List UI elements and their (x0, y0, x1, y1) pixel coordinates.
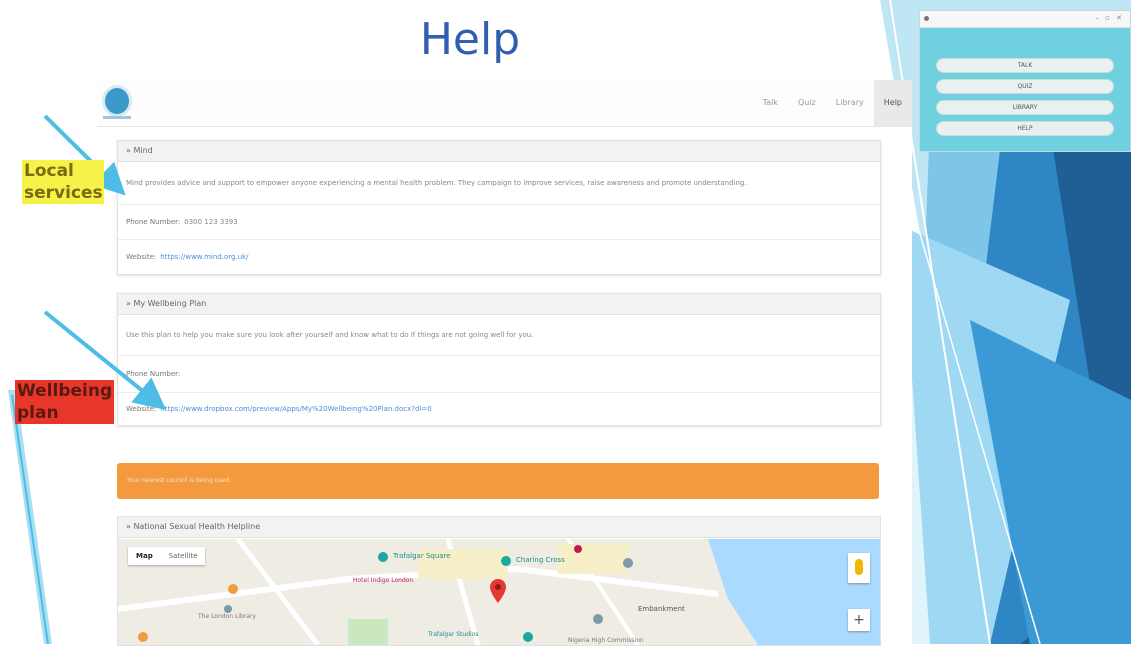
local-services-annotation: Local services (22, 160, 104, 204)
wellbeing-panel: » My Wellbeing Plan Use this plan to hel… (117, 293, 881, 426)
mind-description: Mind provides advice and support to empo… (118, 162, 880, 205)
mini-quiz-button[interactable]: QUIZ (936, 79, 1114, 94)
place-label-london-library: The London Library (198, 613, 256, 620)
zoom-in-button[interactable]: + (848, 609, 870, 631)
pegman-icon[interactable] (848, 553, 870, 583)
helpline-panel-title[interactable]: » National Sexual Health Helpline (118, 517, 880, 538)
phone-label: Phone Number: (126, 218, 181, 226)
mini-help-button[interactable]: HELP (936, 121, 1114, 136)
slide-title: Help (419, 14, 521, 65)
map-marker-icon[interactable] (490, 579, 506, 603)
google-map[interactable]: Map Satellite Trafalgar Square Charing C… (118, 539, 880, 645)
phone-label: Phone Number: (126, 370, 181, 378)
website-label: Website: (126, 253, 157, 261)
wellbeing-phone-row: Phone Number: (118, 356, 880, 393)
navbar: Talk Quiz Library Help (97, 80, 912, 127)
map-type-control: Map Satellite (128, 547, 206, 565)
nav-library[interactable]: Library (826, 80, 874, 126)
place-label-trafalgar-studios: Trafalgar Studios (428, 631, 479, 638)
mind-panel: » Mind Mind provides advice and support … (117, 140, 881, 275)
wellbeing-description-text: Use this plan to help you make sure you … (126, 331, 534, 339)
wellbeing-website-link[interactable]: https://www.dropbox.com/preview/Apps/My%… (160, 405, 431, 413)
mini-titlebar: – ▫ ✕ (920, 11, 1130, 28)
nav-talk[interactable]: Talk (753, 80, 788, 126)
place-label-embankment: Embankment (638, 605, 685, 613)
mind-website-row: Website: https://www.mind.org.uk/ (118, 240, 880, 274)
window-controls[interactable]: – ▫ ✕ (1095, 14, 1124, 22)
mini-talk-button[interactable]: TALK (936, 58, 1114, 73)
mind-phone-row: Phone Number: 0300 123 3393 (118, 205, 880, 240)
mind-website-link[interactable]: https://www.mind.org.uk/ (160, 253, 248, 261)
place-label-nigeria-high-commission: Nigeria High Commission (568, 637, 644, 644)
mind-phone: 0300 123 3393 (184, 218, 238, 226)
app-logo[interactable] (105, 88, 129, 114)
help-page-screenshot: Talk Quiz Library Help » Mind Mind provi… (97, 80, 912, 646)
place-label-charing-cross: Charing Cross (516, 556, 565, 564)
wellbeing-website-row: Website: https://www.dropbox.com/preview… (118, 393, 880, 425)
website-label: Website: (126, 405, 157, 413)
app-icon (924, 16, 929, 21)
wellbeing-panel-title[interactable]: » My Wellbeing Plan (118, 294, 880, 315)
wellbeing-plan-annotation: Wellbeing plan (15, 380, 114, 424)
mind-panel-title[interactable]: » Mind (118, 141, 880, 162)
place-label-hotel-indigo: Hotel Indigo London (353, 577, 414, 584)
nav-help[interactable]: Help (873, 80, 912, 126)
mini-library-button[interactable]: LIBRARY (936, 100, 1114, 115)
nav-menu: Talk Quiz Library Help (753, 80, 912, 126)
app-logo-caption (103, 116, 131, 119)
satellite-button[interactable]: Satellite (161, 547, 206, 565)
map-button[interactable]: Map (128, 547, 161, 565)
council-alert: Your nearest council is being used. (117, 463, 879, 499)
nav-quiz[interactable]: Quiz (788, 80, 826, 126)
wellbeing-description: Use this plan to help you make sure you … (118, 315, 880, 356)
mini-app-window: – ▫ ✕ TALK QUIZ LIBRARY HELP (919, 10, 1131, 152)
helpline-map-panel: » National Sexual Health Helpline Map Sa… (117, 516, 881, 646)
place-label-trafalgar-square: Trafalgar Square (393, 552, 451, 560)
mind-description-text: Mind provides advice and support to empo… (126, 179, 747, 187)
